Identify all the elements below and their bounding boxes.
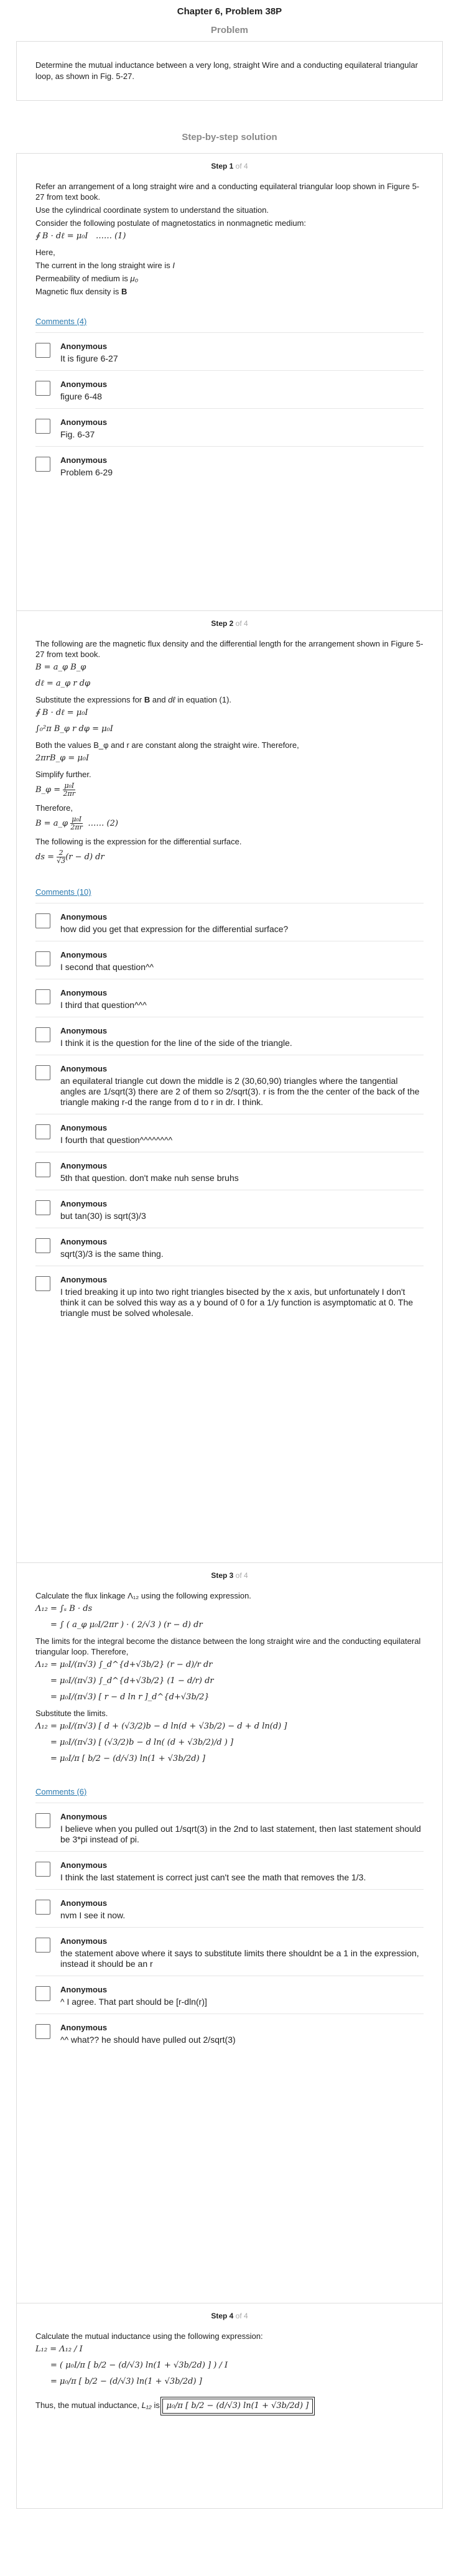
step-text: Calculate the flux linkage Λ₁₂ using the…: [35, 1591, 251, 1600]
problem-text: Determine the mutual inductance between …: [35, 60, 418, 81]
comment: Anonymous nvm I see it now.: [35, 1889, 424, 1927]
step-4: Step 4 of 4 Calculate the mutual inducta…: [16, 2303, 443, 2509]
step-header: Step 4 of 4: [211, 2312, 248, 2320]
comment-list: Anonymous how did you get that expression…: [35, 903, 424, 1325]
step-header: Step 1 of 4: [211, 162, 248, 170]
comment-checkbox[interactable]: [35, 1276, 50, 1291]
step-text: Magnetic flux density is B: [35, 287, 128, 296]
step-text: Here,: [35, 248, 55, 257]
comment-checkbox[interactable]: [35, 1200, 50, 1215]
equation: = μ₀I/(π√3) [ (√3/2)b − d ln( (d + √3b/2…: [50, 1738, 234, 1747]
comment: Anonymous ^ I agree. That part should be …: [35, 1976, 424, 2014]
comment-checkbox[interactable]: [35, 1862, 50, 1877]
comment-checkbox[interactable]: [35, 381, 50, 396]
comment: Anonymous ^^ what?? he should have pulled…: [35, 2014, 424, 2051]
step-text: Consider the following postulate of magn…: [35, 218, 307, 228]
comments-link[interactable]: Comments (6): [35, 1787, 86, 1796]
equation: = μ₀I/π [ b/2 − (d/√3) ln(1 + √3b/2d) ]: [50, 1754, 205, 1763]
equation: = ∫ ( a_φ μ₀I/2πr ) · ( 2/√3 ) (r − d) d…: [50, 1620, 203, 1630]
comment-checkbox[interactable]: [35, 1124, 50, 1139]
comment-checkbox[interactable]: [35, 1900, 50, 1915]
equation: = μ₀/π [ b/2 − (d/√3) ln(1 + √3b/2d) ]: [50, 2377, 202, 2386]
equation: B = a_φ μ₀I 2πr …… (2): [35, 815, 118, 831]
equation: B = a_φ B_φ: [35, 663, 86, 672]
comment: Anonymous sqrt(3)/3 is the same thing.: [35, 1228, 424, 1266]
problem-box: Determine the mutual inductance between …: [16, 41, 443, 101]
step-header: Step 2 of 4: [211, 619, 248, 628]
comment: Anonymous I think it is the question for …: [35, 1017, 424, 1055]
comment-checkbox[interactable]: [35, 1065, 50, 1080]
comment: Anonymous how did you get that expression…: [35, 903, 424, 941]
step-text: The following is the expression for the …: [35, 837, 242, 846]
comment-list: Anonymous I believe when you pulled out 1…: [35, 1803, 424, 2051]
step-1: Step 1 of 4 Refer an arrangement of a lo…: [16, 153, 443, 611]
comment: Anonymous I believe when you pulled out 1…: [35, 1803, 424, 1851]
equation: Λ₁₂ = μ₀I/(π√3) [ d + (√3/2)b − d ln(d +…: [35, 1722, 287, 1731]
step-text: Use the cylindrical coordinate system to…: [35, 205, 269, 215]
page-title: Chapter 6, Problem 38P: [177, 6, 282, 17]
comment-checkbox[interactable]: [35, 1162, 50, 1177]
comment-checkbox[interactable]: [35, 2024, 50, 2039]
step-text: Permeability of medium is μ₀: [35, 274, 139, 283]
equation: ds = 2 √3 (r − d) dr: [35, 849, 104, 865]
comment: Anonymous figure 6-48: [35, 370, 424, 408]
step-text: Calculate the mutual inductance using th…: [35, 2331, 263, 2341]
final-answer: Thus, the mutual inductance, L₁₂ is μ₀/π…: [35, 2396, 424, 2419]
comment-checkbox[interactable]: [35, 1027, 50, 1042]
equation: = ( μ₀I/π [ b/2 − (d/√3) ln(1 + √3b/2d) …: [50, 2361, 228, 2370]
step-3: Step 3 of 4 Calculate the flux linkage Λ…: [16, 1563, 443, 2303]
comment: Anonymous I tried breaking it up into two…: [35, 1266, 424, 1325]
comment-checkbox[interactable]: [35, 951, 50, 966]
comment: Anonymous I fourth that question^^^^^^^^: [35, 1114, 424, 1152]
comment-checkbox[interactable]: [35, 419, 50, 434]
equation: ∫₀²π B_φ r dφ = μ₀I: [35, 724, 113, 734]
step-text: Substitute the expressions for B and dℓ …: [35, 695, 232, 704]
comments-link[interactable]: Comments (10): [35, 887, 91, 897]
step-text: Substitute the limits.: [35, 1709, 108, 1718]
comment-checkbox[interactable]: [35, 1938, 50, 1953]
equation: 2πrB_φ = μ₀I: [35, 754, 90, 763]
comment: Anonymous the statement above where it sa…: [35, 1927, 424, 1976]
comment: Anonymous I second that question^^: [35, 941, 424, 979]
equation: Λ₁₂ = ∫ₛ B · ds: [35, 1604, 93, 1613]
comment-checkbox[interactable]: [35, 913, 50, 928]
equation: ∮ B · dℓ = μ₀I: [35, 708, 88, 717]
equation: dℓ = a_φ r dφ: [35, 679, 91, 688]
comment-checkbox[interactable]: [35, 1813, 50, 1828]
step-2: Step 2 of 4 The following are the magnet…: [16, 611, 443, 1563]
equation: B_φ = μ₀I 2πr: [35, 782, 76, 798]
comment: Anonymous I third that question^^^: [35, 979, 424, 1017]
solution-heading: Step-by-step solution: [182, 132, 277, 142]
step-text: The limits for the integral become the d…: [35, 1636, 421, 1656]
equation: ∮ B · dℓ = μ₀I …… (1): [35, 231, 126, 241]
step-header: Step 3 of 4: [211, 1571, 248, 1580]
comment-checkbox[interactable]: [35, 1986, 50, 2001]
step-text: The following are the magnetic flux dens…: [35, 639, 424, 659]
comment-checkbox[interactable]: [35, 457, 50, 472]
comment-list: Anonymous It is figure 6-27 Anonymous figu…: [35, 332, 424, 484]
step-text: The current in the long straight wire is…: [35, 261, 175, 270]
comment-checkbox[interactable]: [35, 343, 50, 358]
comment: Anonymous Fig. 6-37: [35, 408, 424, 446]
comment-checkbox[interactable]: [35, 989, 50, 1004]
equation: = μ₀I/(π√3) [ r − d ln r ]_d^{d+√3b/2}: [50, 1692, 210, 1702]
step-text: Refer an arrangement of a long straight …: [35, 182, 420, 202]
comment: Anonymous 5th that question. don't make n…: [35, 1152, 424, 1190]
comment: Anonymous an equilateral triangle cut dow…: [35, 1055, 424, 1114]
step-text: Therefore,: [35, 803, 73, 813]
equation: L₁₂ = Λ₁₂ / I: [35, 2345, 83, 2354]
step-text: Simplify further.: [35, 770, 91, 779]
comment: Anonymous It is figure 6-27: [35, 332, 424, 370]
comment-checkbox[interactable]: [35, 1238, 50, 1253]
comment: Anonymous Problem 6-29: [35, 446, 424, 484]
answer-box: μ₀/π [ b/2 − (d/√3) ln(1 + √3b/2d) ]: [162, 2399, 313, 2414]
comment: Anonymous I think the last statement is c…: [35, 1851, 424, 1889]
step-text: Both the values B_φ and r are constant a…: [35, 740, 299, 750]
problem-heading: Problem: [210, 25, 248, 35]
equation: = μ₀I/(π√3) ∫_d^{d+√3b/2} (1 − d/r) dr: [50, 1676, 214, 1686]
comment: Anonymous but tan(30) is sqrt(3)/3: [35, 1190, 424, 1228]
equation: Λ₁₂ = μ₀I/(π√3) ∫_d^{d+√3b/2} (r − d)/r …: [35, 1660, 213, 1669]
comments-link[interactable]: Comments (4): [35, 317, 86, 326]
